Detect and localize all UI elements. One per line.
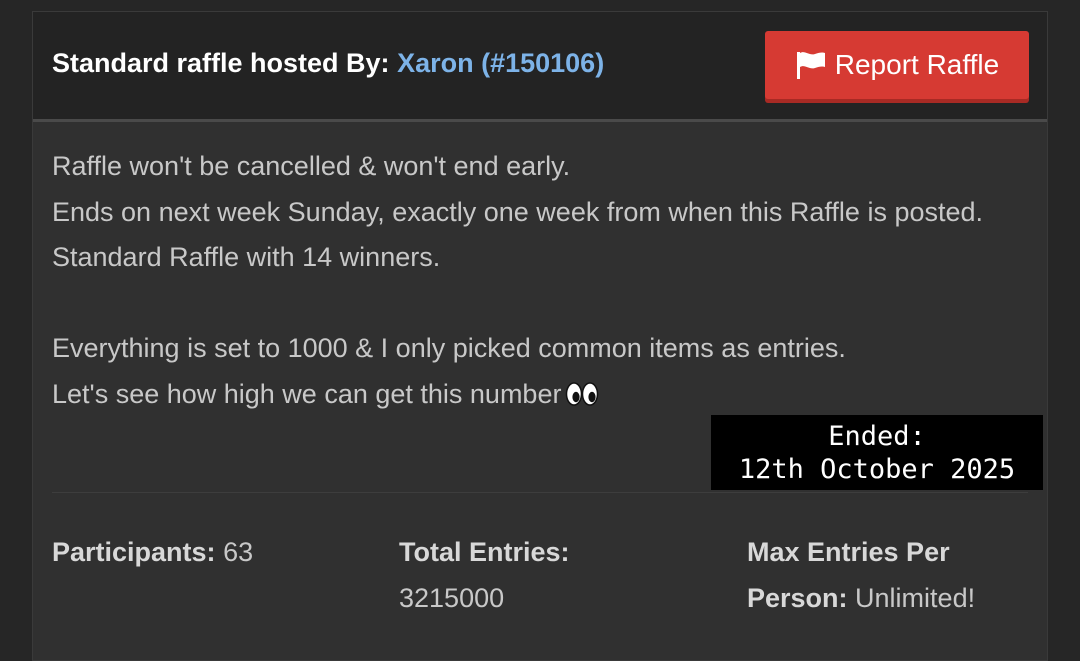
ended-badge: Ended: 12th October 2025 — [711, 415, 1043, 490]
total-entries-stat: Total Entries: 3215000 — [399, 529, 699, 621]
ended-date: 12th October 2025 — [738, 453, 1016, 485]
ended-label: Ended: — [828, 420, 926, 452]
raffle-title-prefix: Standard raffle hosted By: — [52, 48, 390, 78]
participants-stat: Participants: 63 — [52, 529, 372, 575]
total-entries-label: Total Entries: — [399, 537, 570, 567]
flag-icon — [795, 50, 827, 80]
report-raffle-button[interactable]: Report Raffle — [765, 31, 1029, 99]
description-line: Everything is set to 1000 & I only picke… — [52, 333, 846, 363]
description-line: Ends on next week Sunday, exactly one we… — [52, 196, 984, 227]
max-entries-value: Unlimited! — [855, 583, 976, 613]
raffle-description: Raffle won't be cancelled & won't end ea… — [52, 144, 1028, 421]
total-entries-value: 3215000 — [399, 583, 505, 613]
host-link[interactable]: Xaron (#150106) — [397, 48, 604, 78]
raffle-title: Standard raffle hosted By: Xaron (#15010… — [52, 48, 604, 79]
description-line: Raffle won't be cancelled & won't end ea… — [52, 151, 571, 181]
description-line-with-emoji: Let's see how high we can get this numbe… — [52, 372, 1028, 422]
description-line-text: Let's see how high we can get this numbe… — [52, 378, 562, 409]
participants-value: 63 — [223, 537, 254, 567]
raffle-stats: Participants: 63 Total Entries: 3215000 … — [52, 529, 1028, 649]
raffle-card: Standard raffle hosted By: Xaron (#15010… — [32, 11, 1048, 661]
report-raffle-label: Report Raffle — [834, 49, 1000, 80]
eyes-icon — [565, 376, 599, 422]
raffle-header: Standard raffle hosted By: Xaron (#15010… — [33, 12, 1047, 122]
max-entries-stat: Max Entries Per Person: Unlimited! — [747, 529, 1022, 621]
raffle-body: Raffle won't be cancelled & won't end ea… — [33, 122, 1047, 613]
description-line: Standard Raffle with 14 winners. — [52, 242, 441, 272]
divider — [52, 492, 1028, 493]
participants-label: Participants: — [52, 537, 216, 567]
